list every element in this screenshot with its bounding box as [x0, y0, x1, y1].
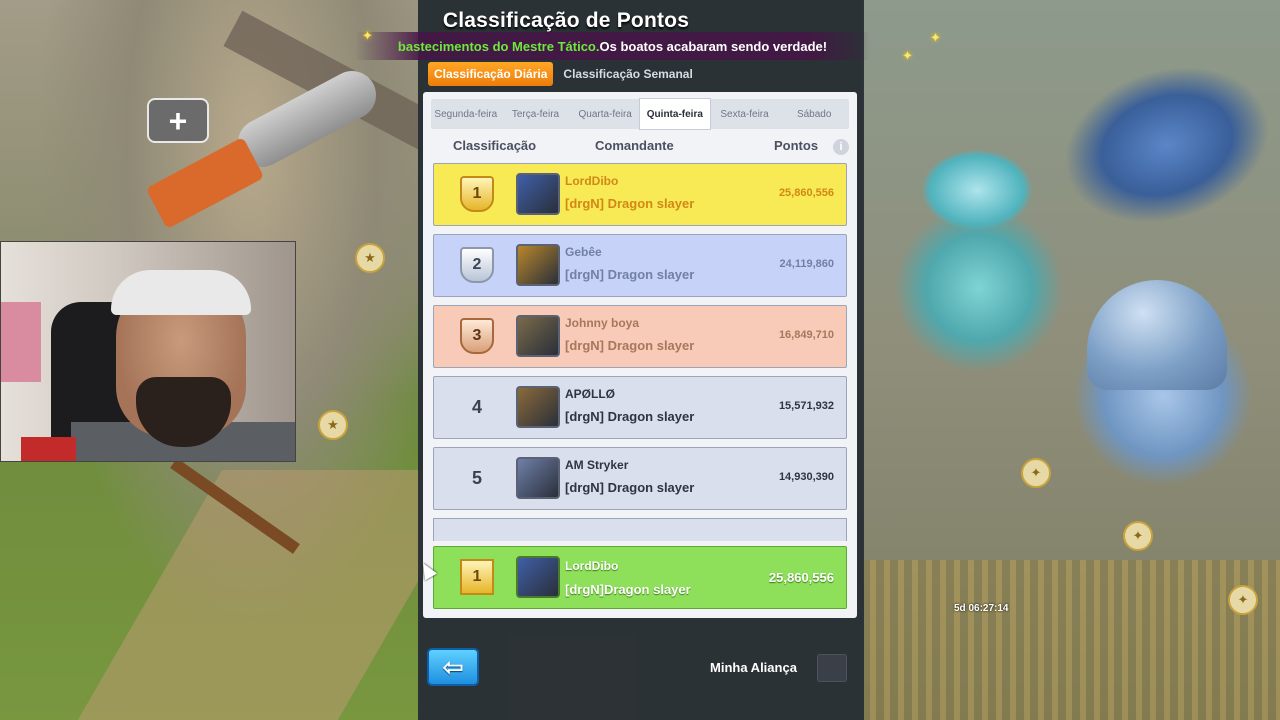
- page-title: Classificação de Pontos: [442, 9, 690, 32]
- points-value: 25,860,556: [768, 570, 834, 585]
- resource-badge-icon[interactable]: ✦: [1123, 521, 1153, 551]
- avatar[interactable]: [516, 556, 560, 598]
- avatar[interactable]: [516, 244, 560, 286]
- alliance-name: [drgN] Dragon slayer: [565, 409, 695, 424]
- day-tabs: Segunda-feira Terça-feira Quarta-feira Q…: [431, 99, 849, 129]
- commander-name: Gebêe: [565, 245, 602, 259]
- troop-formation[interactable]: [862, 560, 1280, 720]
- landing-pad-building[interactable]: [922, 150, 1032, 230]
- plus-icon: +: [168, 102, 188, 139]
- points-value: 14,930,390: [778, 471, 834, 483]
- silver-medal-icon: 2: [460, 247, 494, 283]
- tab-tuesday[interactable]: Terça-feira: [501, 99, 571, 129]
- dragon-unit[interactable]: [1043, 41, 1280, 249]
- game-world-right[interactable]: 5d 06:27:14: [862, 0, 1280, 720]
- red-light: [21, 437, 76, 461]
- avatar[interactable]: [516, 386, 560, 428]
- my-rank-row[interactable]: 1 LordDibo [drgN]Dragon slayer 25,860,55…: [433, 546, 847, 609]
- commander-name: AM Stryker: [565, 458, 629, 472]
- tab-monday[interactable]: Segunda-feira: [431, 99, 501, 129]
- ranking-list-panel: Segunda-feira Terça-feira Quarta-feira Q…: [423, 92, 857, 618]
- streamer-cap: [111, 270, 251, 315]
- table-row[interactable]: 4 APØLLØ [drgN] Dragon slayer 15,571,932: [433, 376, 847, 439]
- dome-building[interactable]: [1087, 280, 1227, 390]
- ticker-text: Os boatos acabaram sendo verdade!: [599, 38, 828, 54]
- rank-number: 4: [471, 396, 482, 417]
- commander-name: Johnny boya: [565, 316, 640, 330]
- table-row[interactable]: 3 Johnny boya [drgN] Dragon slayer 16,84…: [433, 305, 847, 368]
- points-column-header: Pontos: [774, 138, 819, 153]
- bronze-medal-icon: 3: [460, 318, 494, 354]
- column-headers: Classificação Comandante Pontos i: [423, 138, 857, 156]
- alliance-name: [drgN] Dragon slayer: [565, 480, 695, 495]
- tab-daily-ranking[interactable]: Classificação Diária: [428, 62, 554, 86]
- news-ticker: bastecimentos do Mestre Tático. Os boato…: [355, 32, 870, 60]
- avatar[interactable]: [516, 457, 560, 499]
- build-timer: 5d 06:27:14: [954, 603, 1009, 614]
- table-row[interactable]: 2 Gebêe [drgN] Dragon slayer 24,119,860: [433, 234, 847, 297]
- gold-medal-icon: 1: [460, 559, 494, 595]
- table-row[interactable]: 5 AM Stryker [drgN] Dragon slayer 14,930…: [433, 447, 847, 510]
- add-building-button[interactable]: +: [147, 98, 209, 143]
- arrow-left-icon: ⇦: [442, 652, 464, 682]
- alliance-name: [drgN] Dragon slayer: [565, 338, 695, 353]
- back-button[interactable]: ⇦: [427, 648, 479, 686]
- tab-wednesday[interactable]: Quarta-feira: [570, 99, 640, 129]
- rank-number: 5: [471, 467, 482, 488]
- ranking-list[interactable]: 1 LordDibo [drgN] Dragon slayer 25,860,5…: [433, 163, 847, 541]
- commander-name: LordDibo: [565, 174, 619, 188]
- sparkle-icon: ✦: [902, 48, 913, 63]
- points-value: 24,119,860: [779, 258, 834, 270]
- my-alliance-checkbox[interactable]: [817, 654, 847, 682]
- my-alliance-label: Minha Aliança: [710, 660, 797, 675]
- avatar[interactable]: [516, 173, 560, 215]
- background-clothes: [1, 302, 41, 382]
- resource-badge-icon[interactable]: ★: [318, 410, 348, 440]
- commander-name: LordDibo: [565, 559, 619, 573]
- sparkle-icon: ✦: [930, 30, 941, 45]
- train-locomotive[interactable]: [145, 136, 265, 230]
- webcam-overlay: [0, 241, 296, 462]
- table-row[interactable]: 1 LordDibo [drgN] Dragon slayer 25,860,5…: [433, 163, 847, 226]
- tab-saturday[interactable]: Sábado: [779, 99, 849, 129]
- commander-name: APØLLØ: [565, 387, 615, 401]
- table-row-partial[interactable]: [433, 518, 847, 541]
- resource-badge-icon[interactable]: ★: [355, 243, 385, 273]
- alliance-name: [drgN] Dragon slayer: [565, 196, 695, 211]
- info-icon[interactable]: i: [833, 139, 849, 155]
- points-value: 15,571,932: [778, 400, 834, 412]
- gold-medal-icon: 1: [460, 176, 494, 212]
- alliance-name: [drgN] Dragon slayer: [565, 267, 695, 282]
- points-value: 25,860,556: [778, 187, 834, 199]
- avatar[interactable]: [516, 315, 560, 357]
- resource-badge-icon[interactable]: ✦: [1021, 458, 1051, 488]
- ranking-type-tabs: Classificação Diária Classificação Seman…: [428, 62, 699, 86]
- ticker-highlight: bastecimentos do Mestre Tático.: [397, 38, 600, 54]
- alliance-name: [drgN]Dragon slayer: [565, 582, 691, 597]
- tab-friday[interactable]: Sexta-feira: [710, 99, 780, 129]
- tab-weekly-ranking[interactable]: Classificação Semanal: [557, 62, 698, 86]
- points-value: 16,849,710: [778, 329, 834, 341]
- resource-badge-icon[interactable]: ✦: [1228, 585, 1258, 615]
- tab-thursday[interactable]: Quinta-feira: [640, 99, 710, 129]
- rank-column-header: Classificação: [453, 138, 537, 153]
- sparkle-icon: ✦: [362, 28, 373, 43]
- commander-column-header: Comandante: [595, 138, 674, 153]
